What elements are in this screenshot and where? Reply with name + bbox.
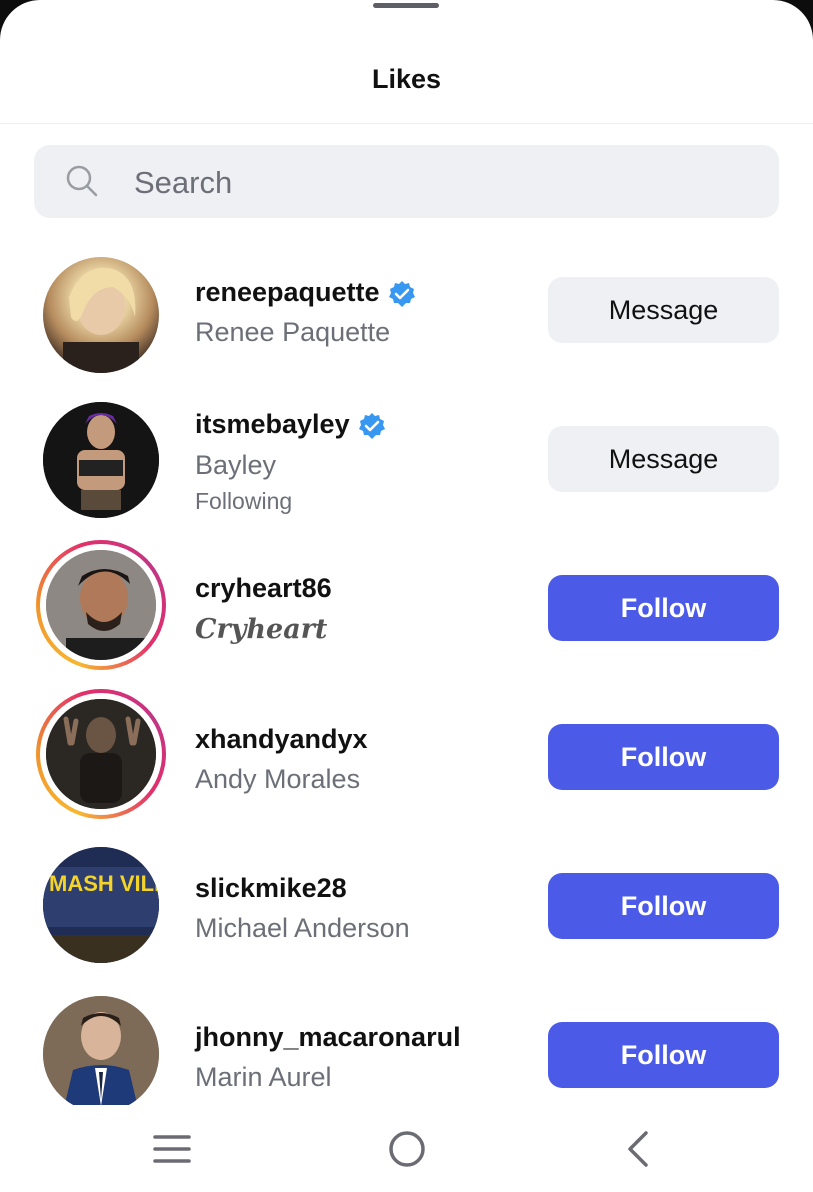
username[interactable]: cryheart86 — [195, 573, 332, 604]
following-status: Following — [195, 488, 293, 514]
message-button[interactable]: Message — [548, 277, 779, 343]
header: Likes — [0, 0, 813, 124]
username-text[interactable]: itsmebayley — [195, 409, 350, 439]
full-name: Renee Paquette — [195, 317, 391, 347]
verified-badge-icon — [388, 280, 415, 307]
search-icon — [66, 165, 98, 197]
full-name: Bayley — [195, 450, 277, 480]
username[interactable]: xhandyandyx — [195, 724, 368, 755]
avatar[interactable] — [36, 395, 166, 525]
username[interactable]: itsmebayley — [195, 409, 386, 440]
avatar[interactable] — [36, 540, 166, 670]
username[interactable]: reneepaquette — [195, 277, 416, 308]
list-item[interactable]: xhandyandyx Andy Morales Follow — [0, 689, 813, 829]
username-text[interactable]: reneepaquette — [195, 277, 380, 307]
menu-icon[interactable] — [152, 1131, 192, 1167]
story-ring[interactable] — [36, 540, 166, 670]
page-title: Likes — [371, 64, 442, 94]
list-item[interactable]: MASH VILLE slickmike28 Michael Anderson … — [0, 840, 813, 980]
full-name: Andy Morales — [195, 764, 361, 794]
username[interactable]: jhonny_macaronarul — [195, 1022, 461, 1053]
search-bar[interactable] — [34, 145, 779, 220]
full-name: Cryheart — [195, 614, 328, 645]
system-nav-bar — [0, 1105, 813, 1192]
avatar[interactable]: MASH VILLE — [36, 840, 166, 970]
full-name: Marin Aurel — [195, 1062, 332, 1092]
follow-button[interactable]: Follow — [548, 873, 779, 939]
username[interactable]: slickmike28 — [195, 873, 347, 904]
verified-badge-icon — [358, 412, 385, 439]
full-name: Michael Anderson — [195, 913, 410, 943]
likes-sheet: Likes reneepaquette Renee Paquette Messa… — [0, 0, 813, 1192]
avatar[interactable] — [36, 250, 166, 380]
list-item[interactable]: itsmebayley Bayley Following Message — [0, 395, 813, 535]
back-icon[interactable] — [624, 1129, 654, 1169]
follow-button[interactable]: Follow — [548, 575, 779, 641]
search-input[interactable] — [132, 145, 756, 220]
list-item[interactable]: cryheart86 Cryheart Follow — [0, 540, 813, 680]
avatar-sign-text: MASH VILLE — [49, 871, 159, 896]
story-ring[interactable] — [36, 689, 166, 819]
home-icon[interactable] — [387, 1129, 427, 1169]
follow-button[interactable]: Follow — [548, 1022, 779, 1088]
avatar[interactable] — [36, 989, 166, 1119]
message-button[interactable]: Message — [548, 426, 779, 492]
avatar[interactable] — [36, 689, 166, 819]
list-item[interactable]: reneepaquette Renee Paquette Message — [0, 245, 813, 385]
follow-button[interactable]: Follow — [548, 724, 779, 790]
